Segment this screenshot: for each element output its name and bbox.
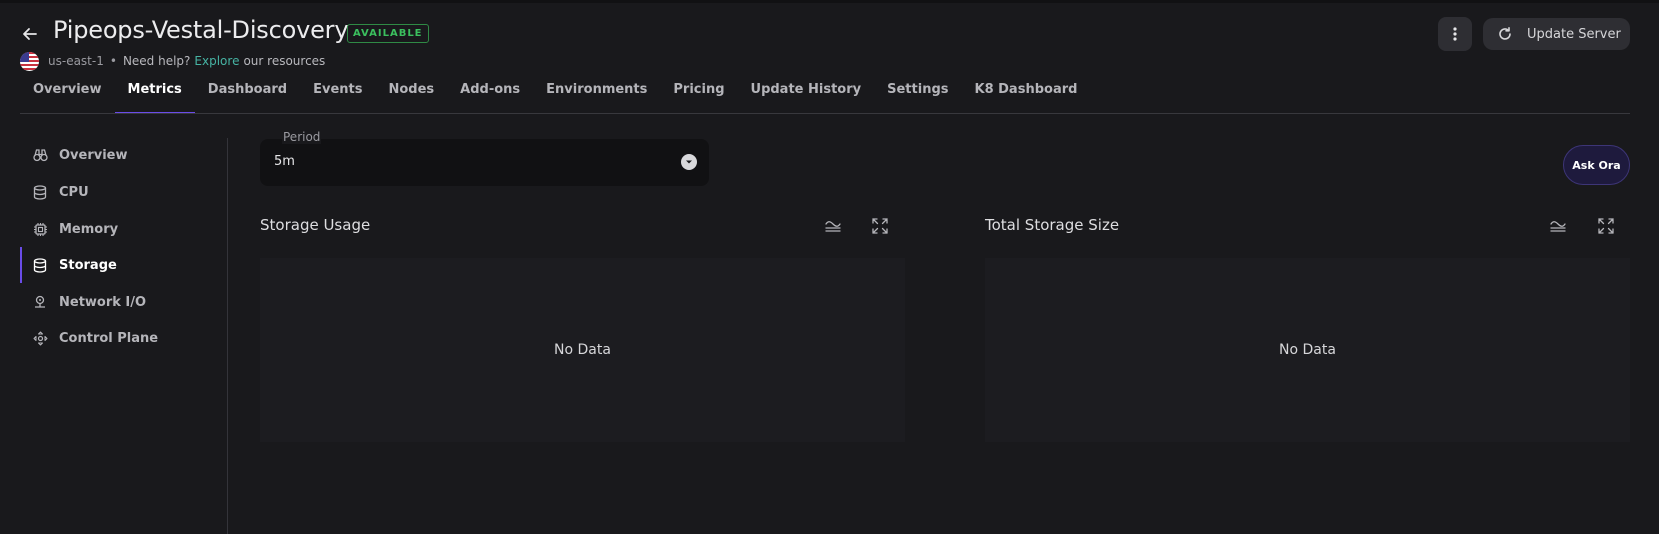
tab-update-history[interactable]: Update History xyxy=(738,76,875,114)
region-label: us-east-1 xyxy=(48,54,104,68)
status-badge: AVAILABLE xyxy=(347,24,429,43)
ask-ora-button[interactable]: Ask Ora xyxy=(1563,145,1630,185)
resources-text: our resources xyxy=(243,54,326,68)
tab-events[interactable]: Events xyxy=(300,76,375,114)
binoculars-icon xyxy=(32,147,48,163)
more-options-button[interactable] xyxy=(1438,17,1472,51)
update-server-button[interactable]: Update Server xyxy=(1483,18,1630,50)
server-subtitle: us-east-1 • Need help? Explore our resou… xyxy=(20,51,326,71)
sidebar-item-label: Storage xyxy=(59,257,117,273)
sidebar-item-label: Network I/O xyxy=(59,294,147,310)
expand-button[interactable] xyxy=(1595,215,1617,237)
expand-button[interactable] xyxy=(869,215,891,237)
chart-lines-icon xyxy=(1550,221,1566,232)
sidebar-item-storage[interactable]: Storage xyxy=(20,247,225,283)
refresh-icon xyxy=(1499,27,1511,40)
tab-environments[interactable]: Environments xyxy=(533,76,660,114)
tab-settings[interactable]: Settings xyxy=(874,76,961,114)
chevron-down-icon[interactable] xyxy=(681,154,697,170)
arrow-left-icon xyxy=(23,28,37,40)
separator-dot: • xyxy=(109,54,117,68)
tab-metrics[interactable]: Metrics xyxy=(114,76,196,114)
storage-usage-chart: No Data xyxy=(260,258,905,442)
no-data-label: No Data xyxy=(1279,342,1336,358)
sidebar-item-label: Memory xyxy=(59,221,119,237)
tab-bar: Overview Metrics Dashboard Events Nodes … xyxy=(20,76,1090,114)
period-label: Period xyxy=(282,130,322,144)
tab-pricing[interactable]: Pricing xyxy=(660,76,737,114)
control-plane-icon xyxy=(32,330,48,346)
update-server-label: Update Server xyxy=(1527,26,1621,42)
help-text: Need help? xyxy=(122,54,191,68)
network-icon xyxy=(32,294,48,310)
no-data-label: No Data xyxy=(554,342,611,358)
sidebar-item-memory[interactable]: Memory xyxy=(20,211,225,247)
sidebar-item-label: CPU xyxy=(59,184,89,200)
explore-link[interactable]: Explore xyxy=(194,54,239,68)
top-border xyxy=(0,0,1659,3)
period-value: 5m xyxy=(274,154,295,169)
sidebar-item-network-io[interactable]: Network I/O xyxy=(20,284,225,320)
kebab-menu-icon xyxy=(1453,27,1457,41)
back-button[interactable] xyxy=(18,22,42,46)
chip-icon xyxy=(32,221,48,237)
storage-usage-title: Storage Usage xyxy=(260,216,371,234)
tab-nodes[interactable]: Nodes xyxy=(375,76,447,114)
sidebar-item-overview[interactable]: Overview xyxy=(20,137,225,173)
us-flag-icon xyxy=(20,51,39,71)
sidebar-item-control-plane[interactable]: Control Plane xyxy=(20,320,225,356)
page-title: Pipeops-Vestal-Discovery xyxy=(53,16,349,44)
tabs-divider xyxy=(20,113,1630,114)
sidebar-item-label: Overview xyxy=(59,147,128,163)
database-icon xyxy=(32,184,48,200)
tab-dashboard[interactable]: Dashboard xyxy=(195,76,300,114)
tab-add-ons[interactable]: Add-ons xyxy=(447,76,533,114)
expand-icon xyxy=(1598,218,1614,234)
sidebar-item-cpu[interactable]: CPU xyxy=(20,174,225,210)
chart-lines-icon xyxy=(825,221,841,232)
database-icon xyxy=(32,257,48,273)
sidebar-item-label: Control Plane xyxy=(59,330,159,346)
sidebar-divider xyxy=(227,138,228,534)
tab-overview[interactable]: Overview xyxy=(20,76,115,114)
total-storage-size-title: Total Storage Size xyxy=(985,216,1120,234)
period-select[interactable] xyxy=(260,139,709,186)
total-storage-size-chart: No Data xyxy=(985,258,1630,442)
chart-type-button[interactable] xyxy=(822,215,844,237)
expand-icon xyxy=(872,218,888,234)
tab-k8-dashboard[interactable]: K8 Dashboard xyxy=(962,76,1091,114)
chart-type-button[interactable] xyxy=(1547,215,1569,237)
